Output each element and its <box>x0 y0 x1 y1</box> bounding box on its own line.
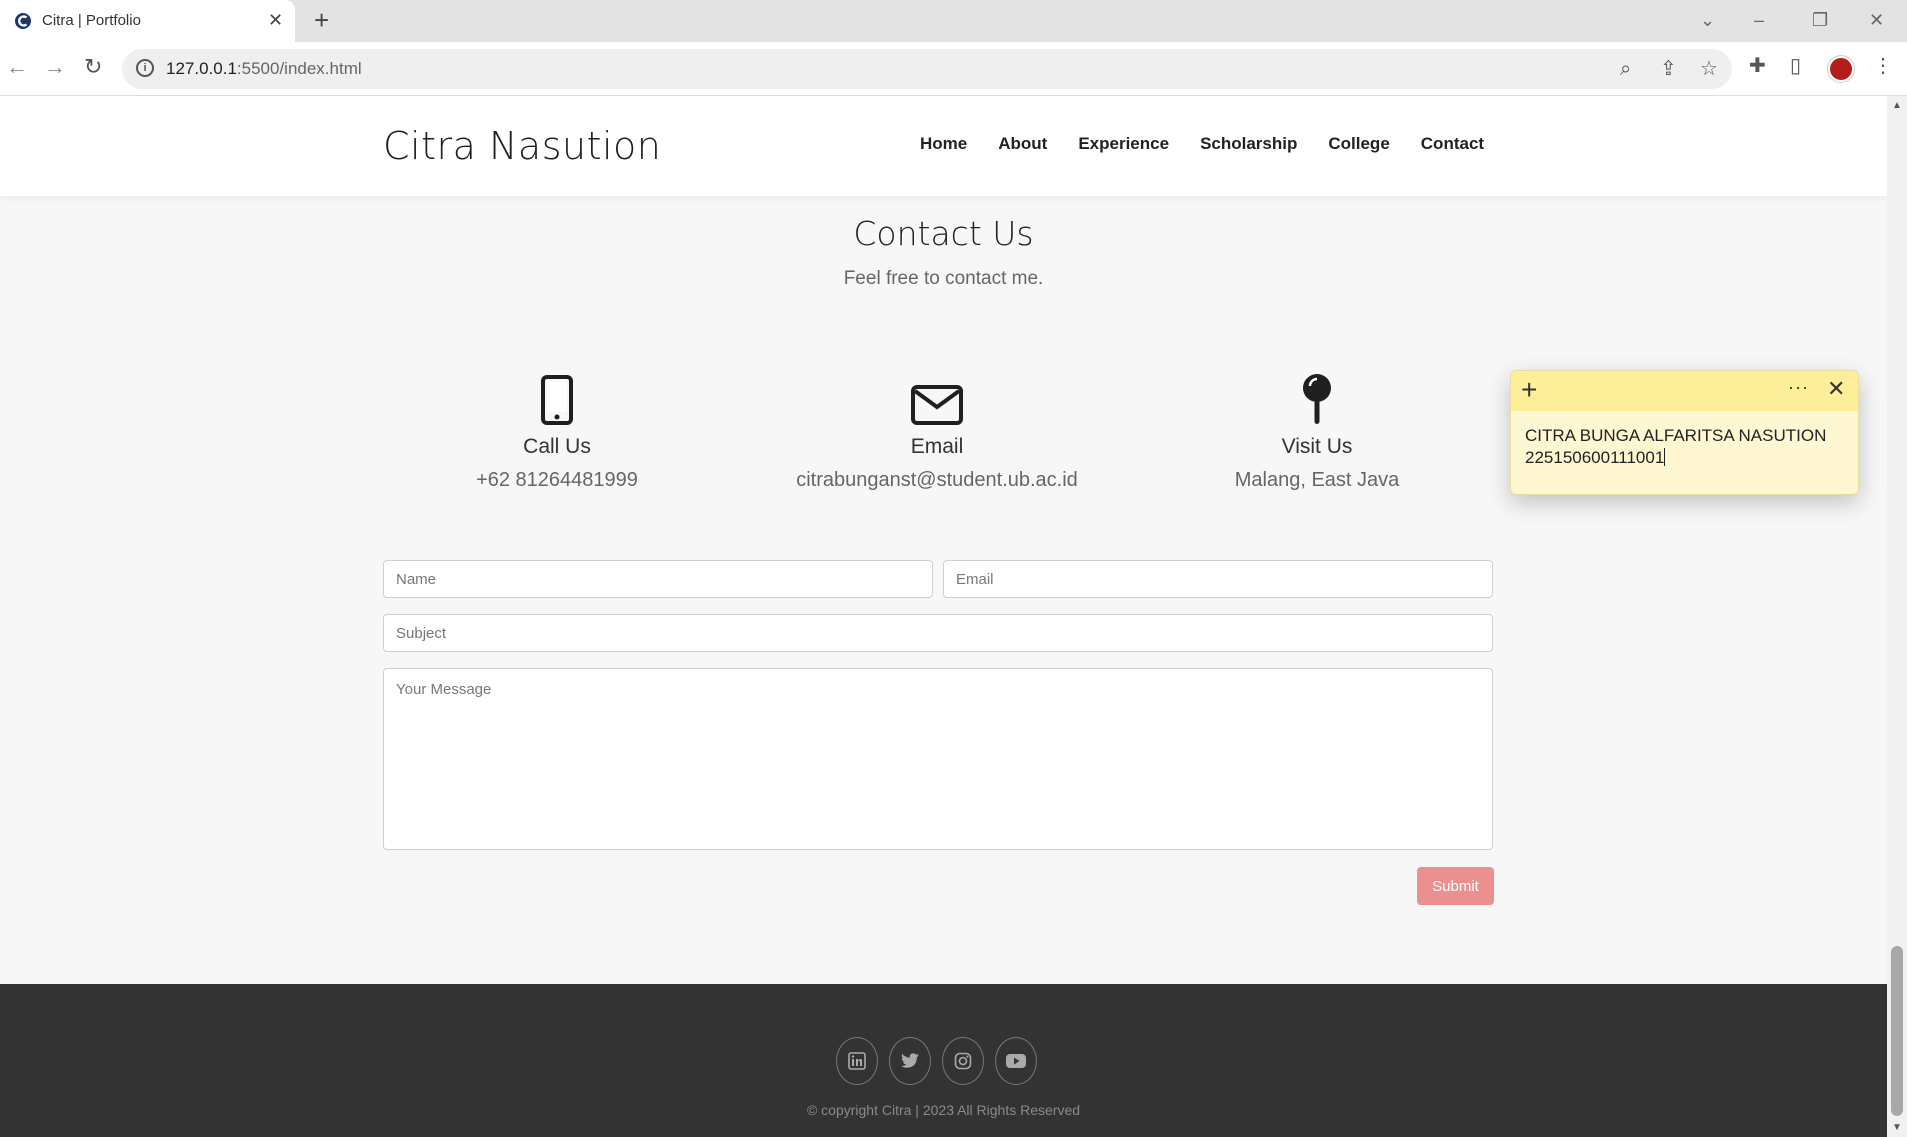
contact-item-phone: Call Us +62 81264481999 <box>367 369 747 492</box>
tab-title: Citra | Portfolio <box>42 12 141 29</box>
tab-strip: Citra | Portfolio ✕ + ⌄ – ❐ ✕ <box>0 0 1907 42</box>
contact-item-email: Email citrabunganst@student.ub.ac.id <box>747 369 1127 492</box>
nav-home[interactable]: Home <box>920 134 967 154</box>
instagram-icon[interactable] <box>942 1037 984 1085</box>
new-tab-icon[interactable]: + <box>314 6 329 34</box>
url-text[interactable]: 127.0.0.1:5500/index.html <box>166 59 362 79</box>
contact-item-title: Call Us <box>523 435 591 458</box>
sticky-note-text[interactable]: CITRA BUNGA ALFARITSA NASUTION 225150600… <box>1525 425 1826 469</box>
nav-experience[interactable]: Experience <box>1078 134 1169 154</box>
copyright-text: © copyright Citra | 2023 All Rights Rese… <box>806 1102 1081 1118</box>
minimize-icon[interactable]: – <box>1754 6 1764 34</box>
message-textarea[interactable] <box>383 668 1493 850</box>
browser-tab[interactable]: Citra | Portfolio ✕ <box>0 0 295 42</box>
zoom-icon[interactable]: ⌕ <box>1620 57 1631 81</box>
scroll-thumb[interactable] <box>1891 946 1903 1116</box>
nav-scholarship[interactable]: Scholarship <box>1200 134 1297 154</box>
email-input[interactable] <box>943 560 1493 598</box>
page-viewport: Citra Nasution Home About Experience Sch… <box>0 96 1887 1137</box>
restore-icon[interactable]: ❐ <box>1812 6 1828 34</box>
nav-contact[interactable]: Contact <box>1421 134 1484 154</box>
more-options-icon[interactable]: ··· <box>1788 377 1809 398</box>
contact-item-title: Email <box>910 435 964 458</box>
forward-icon[interactable]: → <box>44 54 66 80</box>
profile-avatar[interactable] <box>1828 56 1854 82</box>
phone-icon <box>541 375 573 425</box>
name-input[interactable] <box>383 560 933 598</box>
address-bar[interactable]: i 127.0.0.1:5500/index.html ⌕ ⇪ ☆ <box>122 49 1732 89</box>
subject-input[interactable] <box>383 614 1493 652</box>
url-host: 127.0.0.1 <box>166 59 237 78</box>
section-title: Contact Us <box>853 214 1034 253</box>
site-footer: © copyright Citra | 2023 All Rights Rese… <box>0 984 1887 1137</box>
contact-item-location: Visit Us Malang, East Java <box>1127 369 1507 492</box>
window-close-icon[interactable]: ✕ <box>1869 6 1884 34</box>
tab-close-icon[interactable]: ✕ <box>268 10 283 30</box>
site-brand[interactable]: Citra Nasution <box>383 124 661 168</box>
main-nav: Home About Experience Scholarship Colleg… <box>920 134 1515 154</box>
scroll-up-arrow-icon[interactable]: ▲ <box>1892 100 1902 111</box>
map-pin-icon <box>1303 374 1331 424</box>
share-icon[interactable]: ⇪ <box>1660 57 1677 81</box>
sticky-note-titlebar[interactable]: + ··· ✕ <box>1511 371 1858 411</box>
text-caret <box>1664 448 1666 466</box>
envelope-icon <box>911 385 963 425</box>
site-favicon-icon <box>15 13 31 29</box>
url-path: :5500/index.html <box>236 59 362 78</box>
section-subtitle: Feel free to contact me. <box>843 268 1044 289</box>
menu-kebab-icon[interactable]: ⋮ <box>1873 54 1893 78</box>
submit-button[interactable]: Submit <box>1417 867 1494 905</box>
sticky-note-line-1: CITRA BUNGA ALFARITSA NASUTION <box>1525 426 1827 445</box>
youtube-icon[interactable] <box>995 1037 1037 1085</box>
extensions-icon[interactable]: ✚ <box>1749 54 1766 78</box>
contact-item-value: +62 81264481999 <box>476 469 638 491</box>
page-scrollbar[interactable]: ▲ ▼ <box>1887 96 1907 1137</box>
nav-about[interactable]: About <box>998 134 1047 154</box>
contact-item-value: Malang, East Java <box>1234 469 1400 491</box>
browser-toolbar: ← → ↻ i 127.0.0.1:5500/index.html ⌕ ⇪ ☆ … <box>0 42 1907 96</box>
contact-item-value[interactable]: citrabunganst@student.ub.ac.id <box>747 469 1127 492</box>
tab-search-icon[interactable]: ⌄ <box>1700 6 1715 34</box>
side-panel-icon[interactable]: ▯ <box>1790 54 1801 78</box>
sticky-note-window[interactable]: + ··· ✕ CITRA BUNGA ALFARITSA NASUTION 2… <box>1510 370 1859 495</box>
sticky-note-line-2: 225150600111001 <box>1525 448 1665 467</box>
linkedin-icon[interactable] <box>836 1037 878 1085</box>
site-header: Citra Nasution Home About Experience Sch… <box>0 96 1887 196</box>
add-note-icon[interactable]: + <box>1521 375 1537 405</box>
scroll-down-arrow-icon[interactable]: ▼ <box>1892 1122 1902 1133</box>
bookmark-star-icon[interactable]: ☆ <box>1700 57 1718 81</box>
back-icon[interactable]: ← <box>6 54 28 80</box>
close-note-icon[interactable]: ✕ <box>1827 376 1845 402</box>
nav-college[interactable]: College <box>1328 134 1389 154</box>
contact-item-title: Visit Us <box>1281 435 1353 458</box>
reload-icon[interactable]: ↻ <box>84 54 102 80</box>
site-info-icon[interactable]: i <box>136 59 154 77</box>
twitter-icon[interactable] <box>889 1037 931 1085</box>
social-links <box>836 1037 1037 1085</box>
